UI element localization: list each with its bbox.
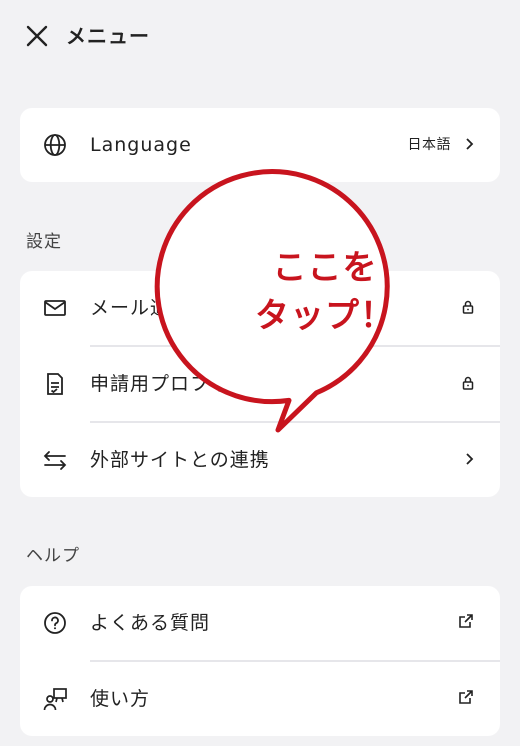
- swap-arrows-icon: [42, 447, 68, 473]
- lock-icon: [462, 375, 474, 394]
- help-card: よくある質問 使い方: [20, 586, 500, 736]
- globe-icon: [42, 132, 68, 158]
- settings-item-application-profile[interactable]: 申請用プロフィール: [20, 347, 500, 421]
- language-row[interactable]: Language 日本語: [20, 108, 500, 182]
- callout-line-2: タップ！: [255, 296, 395, 336]
- lock-icon: [462, 299, 474, 318]
- help-item-label: よくある質問: [90, 612, 211, 634]
- help-item-faq[interactable]: よくある質問: [20, 586, 500, 660]
- help-item-how-to-use[interactable]: 使い方: [20, 662, 500, 736]
- callout-line-1: ここを: [272, 248, 378, 288]
- section-title-settings: 設定: [26, 232, 62, 252]
- close-icon[interactable]: [26, 25, 48, 47]
- chevron-right-icon: [465, 451, 474, 470]
- language-card: Language 日本語: [20, 108, 500, 182]
- question-circle-icon: [42, 610, 68, 636]
- language-value: 日本語: [407, 137, 451, 153]
- mail-icon: [42, 295, 68, 321]
- page-title: メニュー: [66, 24, 150, 48]
- help-item-label: 使い方: [90, 688, 151, 710]
- menu-header: メニュー: [0, 0, 520, 72]
- chevron-right-icon: [465, 136, 474, 155]
- external-link-icon: [458, 689, 474, 709]
- callout-text: ここを タップ！: [210, 244, 440, 340]
- settings-item-external-site-link[interactable]: 外部サイトとの連携: [20, 423, 500, 497]
- settings-item-label: メール通知: [90, 297, 191, 319]
- settings-item-label: 外部サイトとの連携: [90, 449, 270, 471]
- section-title-help: ヘルプ: [26, 546, 80, 566]
- presenter-icon: [42, 686, 68, 712]
- settings-item-label: 申請用プロフィール: [90, 373, 270, 395]
- document-check-icon: [42, 371, 68, 397]
- language-label: Language: [90, 134, 192, 156]
- external-link-icon: [458, 613, 474, 633]
